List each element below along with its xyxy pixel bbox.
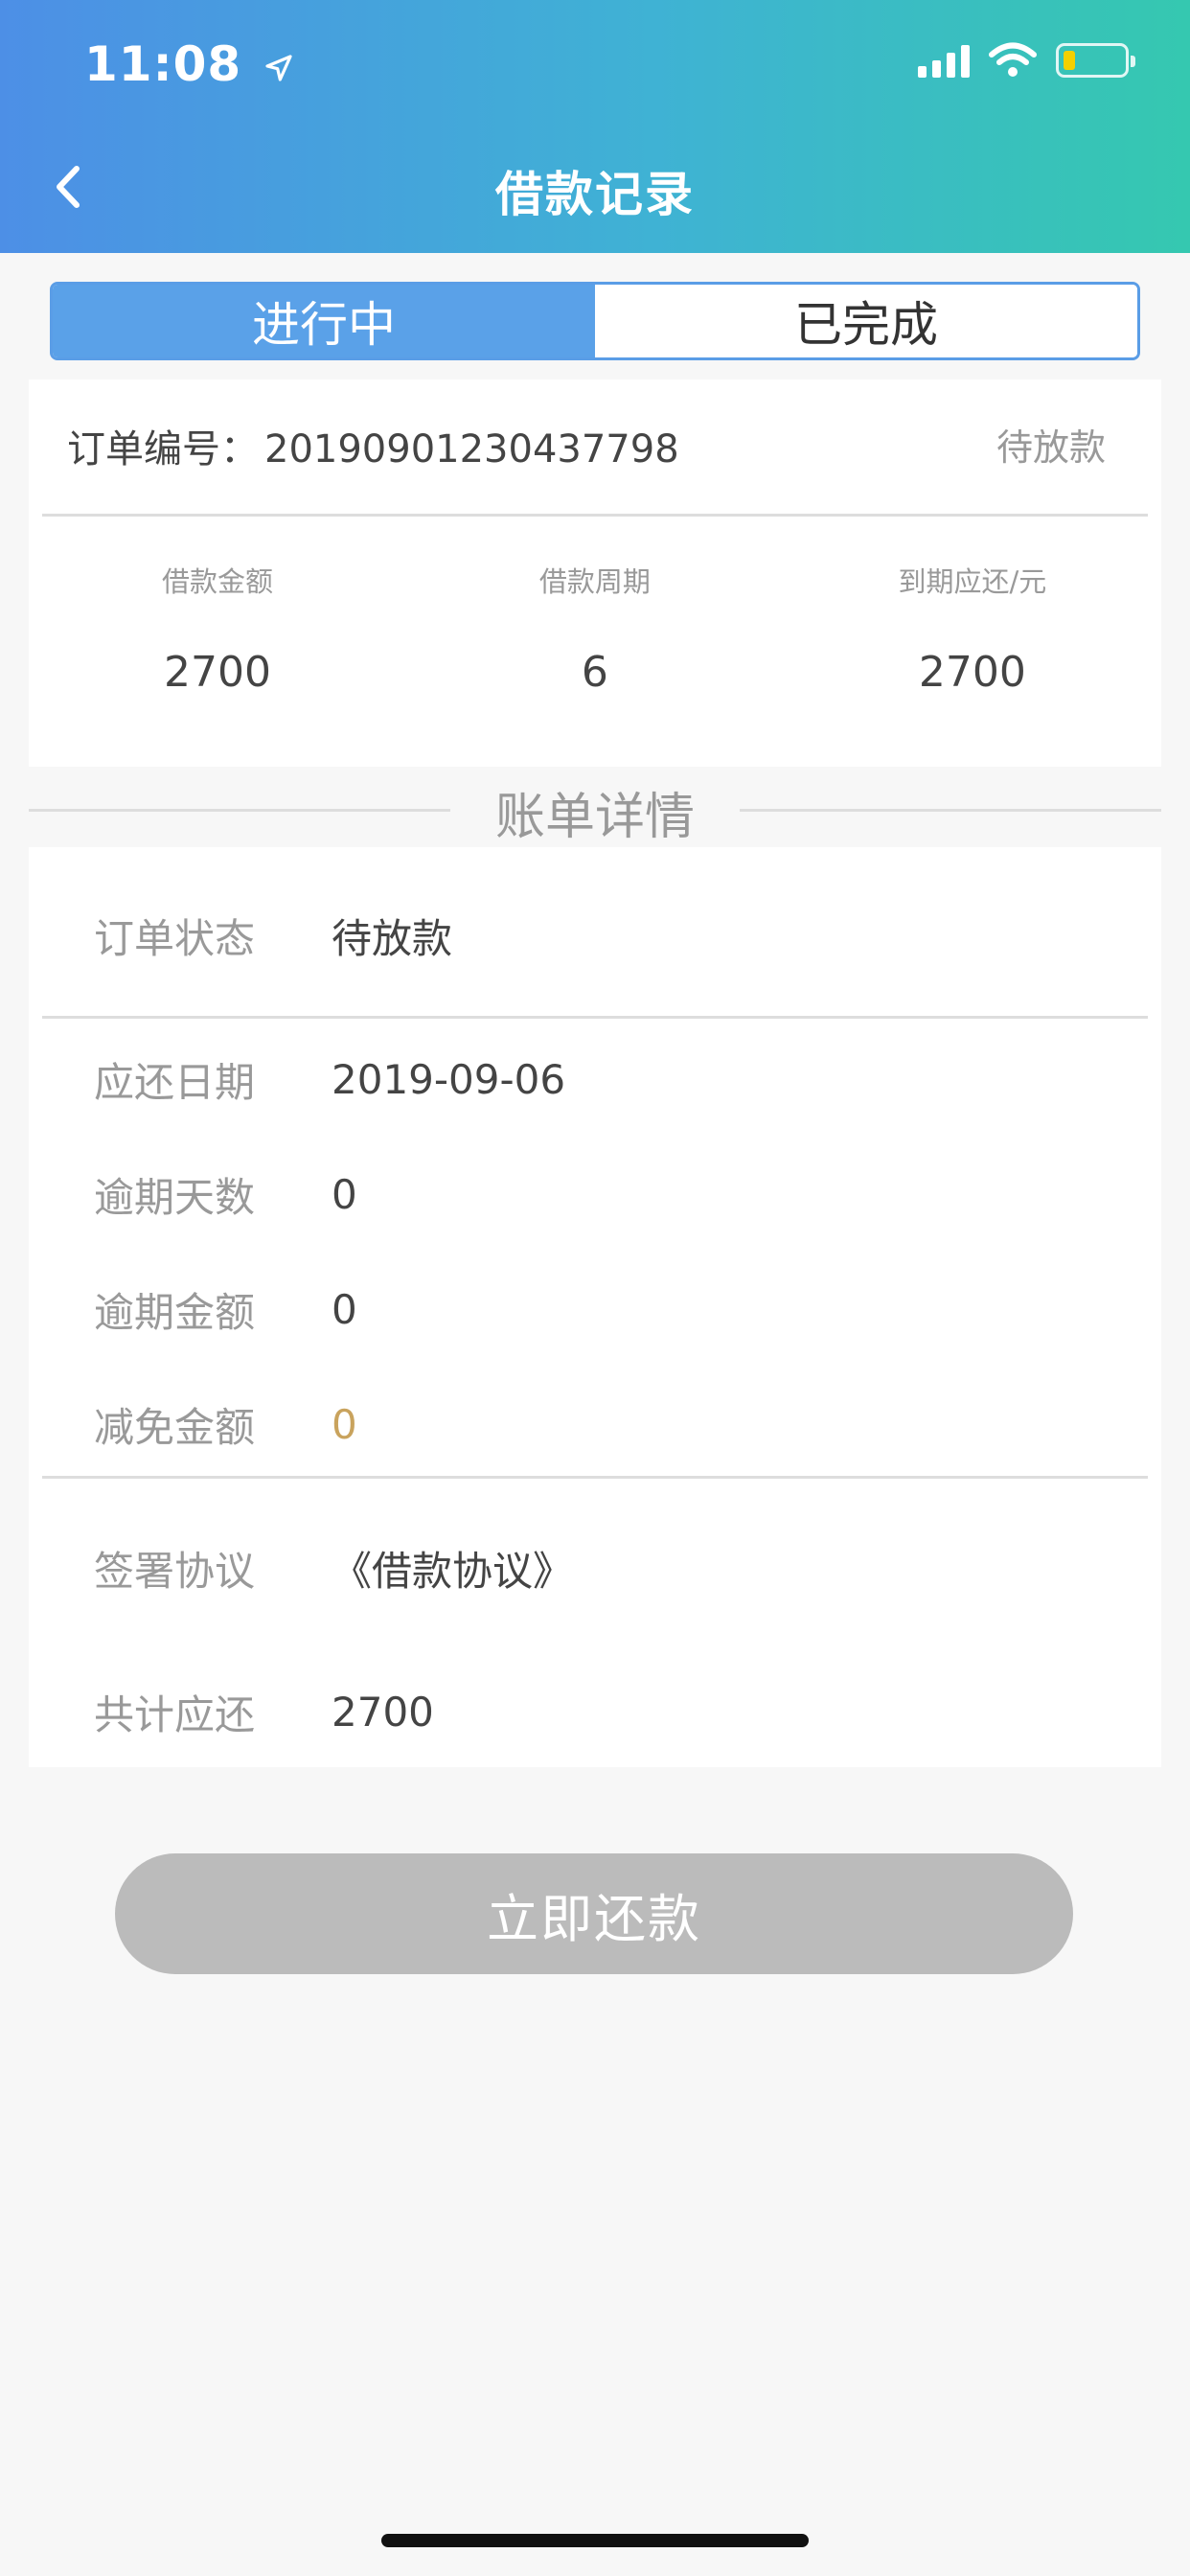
section-title: 账单详情	[494, 789, 695, 846]
stat-due-amount: 到期应还/元 2700	[784, 560, 1161, 697]
row-order-status: 订单状态 待放款	[94, 907, 452, 965]
stat-label: 到期应还/元	[898, 565, 1047, 598]
stat-label: 借款金额	[161, 565, 273, 598]
order-status-badge: 待放款	[995, 426, 1106, 469]
order-number-label: 订单编号：	[67, 427, 259, 472]
stat-value: 2700	[163, 648, 271, 697]
status-time: 11:08	[84, 36, 294, 92]
row-label: 减免金额	[94, 1404, 256, 1451]
row-total-due: 共计应还 2700	[94, 1683, 434, 1741]
row-value: 待放款	[332, 915, 453, 962]
signal-icon	[918, 43, 970, 78]
row-label: 应还日期	[94, 1059, 256, 1106]
details-divider	[42, 1016, 1148, 1019]
stat-loan-period: 借款周期 6	[406, 560, 784, 697]
row-value: 0	[332, 1401, 357, 1448]
page-title: 借款记录	[495, 167, 695, 222]
home-indicator[interactable]	[381, 2534, 809, 2547]
status-tabs: 进行中 已完成	[50, 282, 1140, 360]
header: 11:08 借款记录	[0, 0, 1190, 253]
battery-icon	[1056, 43, 1135, 78]
row-value: 2700	[332, 1689, 434, 1736]
order-number-value: 20190901230437798	[264, 427, 679, 472]
order-stats: 借款金额 2700 借款周期 6 到期应还/元 2700	[29, 560, 1161, 697]
tab-completed[interactable]: 已完成	[595, 285, 1137, 357]
stat-label: 借款周期	[538, 565, 651, 598]
bill-details-header: 账单详情	[0, 772, 1190, 849]
status-icons	[918, 42, 1135, 79]
row-due-date: 应还日期 2019-09-06	[94, 1050, 565, 1109]
row-waived-amount: 减免金额 0	[94, 1395, 357, 1454]
order-divider	[42, 514, 1148, 517]
row-label: 订单状态	[94, 915, 256, 962]
order-card: 订单编号： 20190901230437798 待放款 借款金额 2700 借款周…	[29, 380, 1161, 767]
row-agreement: 签署协议 《借款协议》	[94, 1539, 573, 1598]
location-arrow-icon	[264, 54, 292, 81]
row-label: 逾期天数	[94, 1174, 256, 1221]
bill-details-card: 订单状态 待放款 应还日期 2019-09-06 逾期天数 0 逾期金额 0 减…	[29, 847, 1161, 1767]
order-number: 订单编号： 20190901230437798	[67, 418, 679, 473]
loan-records-screen: 11:08 借款记录 进行中 已完成 订单编号： 201909012304377…	[0, 0, 1190, 2576]
row-value: 0	[332, 1286, 357, 1333]
details-divider	[42, 1476, 1148, 1479]
row-label: 共计应还	[94, 1691, 256, 1738]
row-label: 逾期金额	[94, 1289, 256, 1336]
stat-value: 6	[581, 648, 608, 697]
wifi-icon	[989, 42, 1037, 77]
row-overdue-days: 逾期天数 0	[94, 1165, 357, 1224]
row-overdue-amount: 逾期金额 0	[94, 1280, 357, 1339]
loan-agreement-link[interactable]: 《借款协议》	[332, 1539, 573, 1598]
tab-in-progress[interactable]: 进行中	[53, 285, 595, 357]
section-line-right	[740, 809, 1161, 812]
row-value: 0	[332, 1171, 357, 1218]
row-label: 签署协议	[94, 1548, 256, 1595]
status-time-text: 11:08	[84, 36, 242, 92]
row-value: 2019-09-06	[332, 1056, 566, 1103]
stat-value: 2700	[918, 648, 1026, 697]
stat-loan-amount: 借款金额 2700	[29, 560, 406, 697]
repay-now-button[interactable]: 立即还款	[115, 1853, 1073, 1974]
